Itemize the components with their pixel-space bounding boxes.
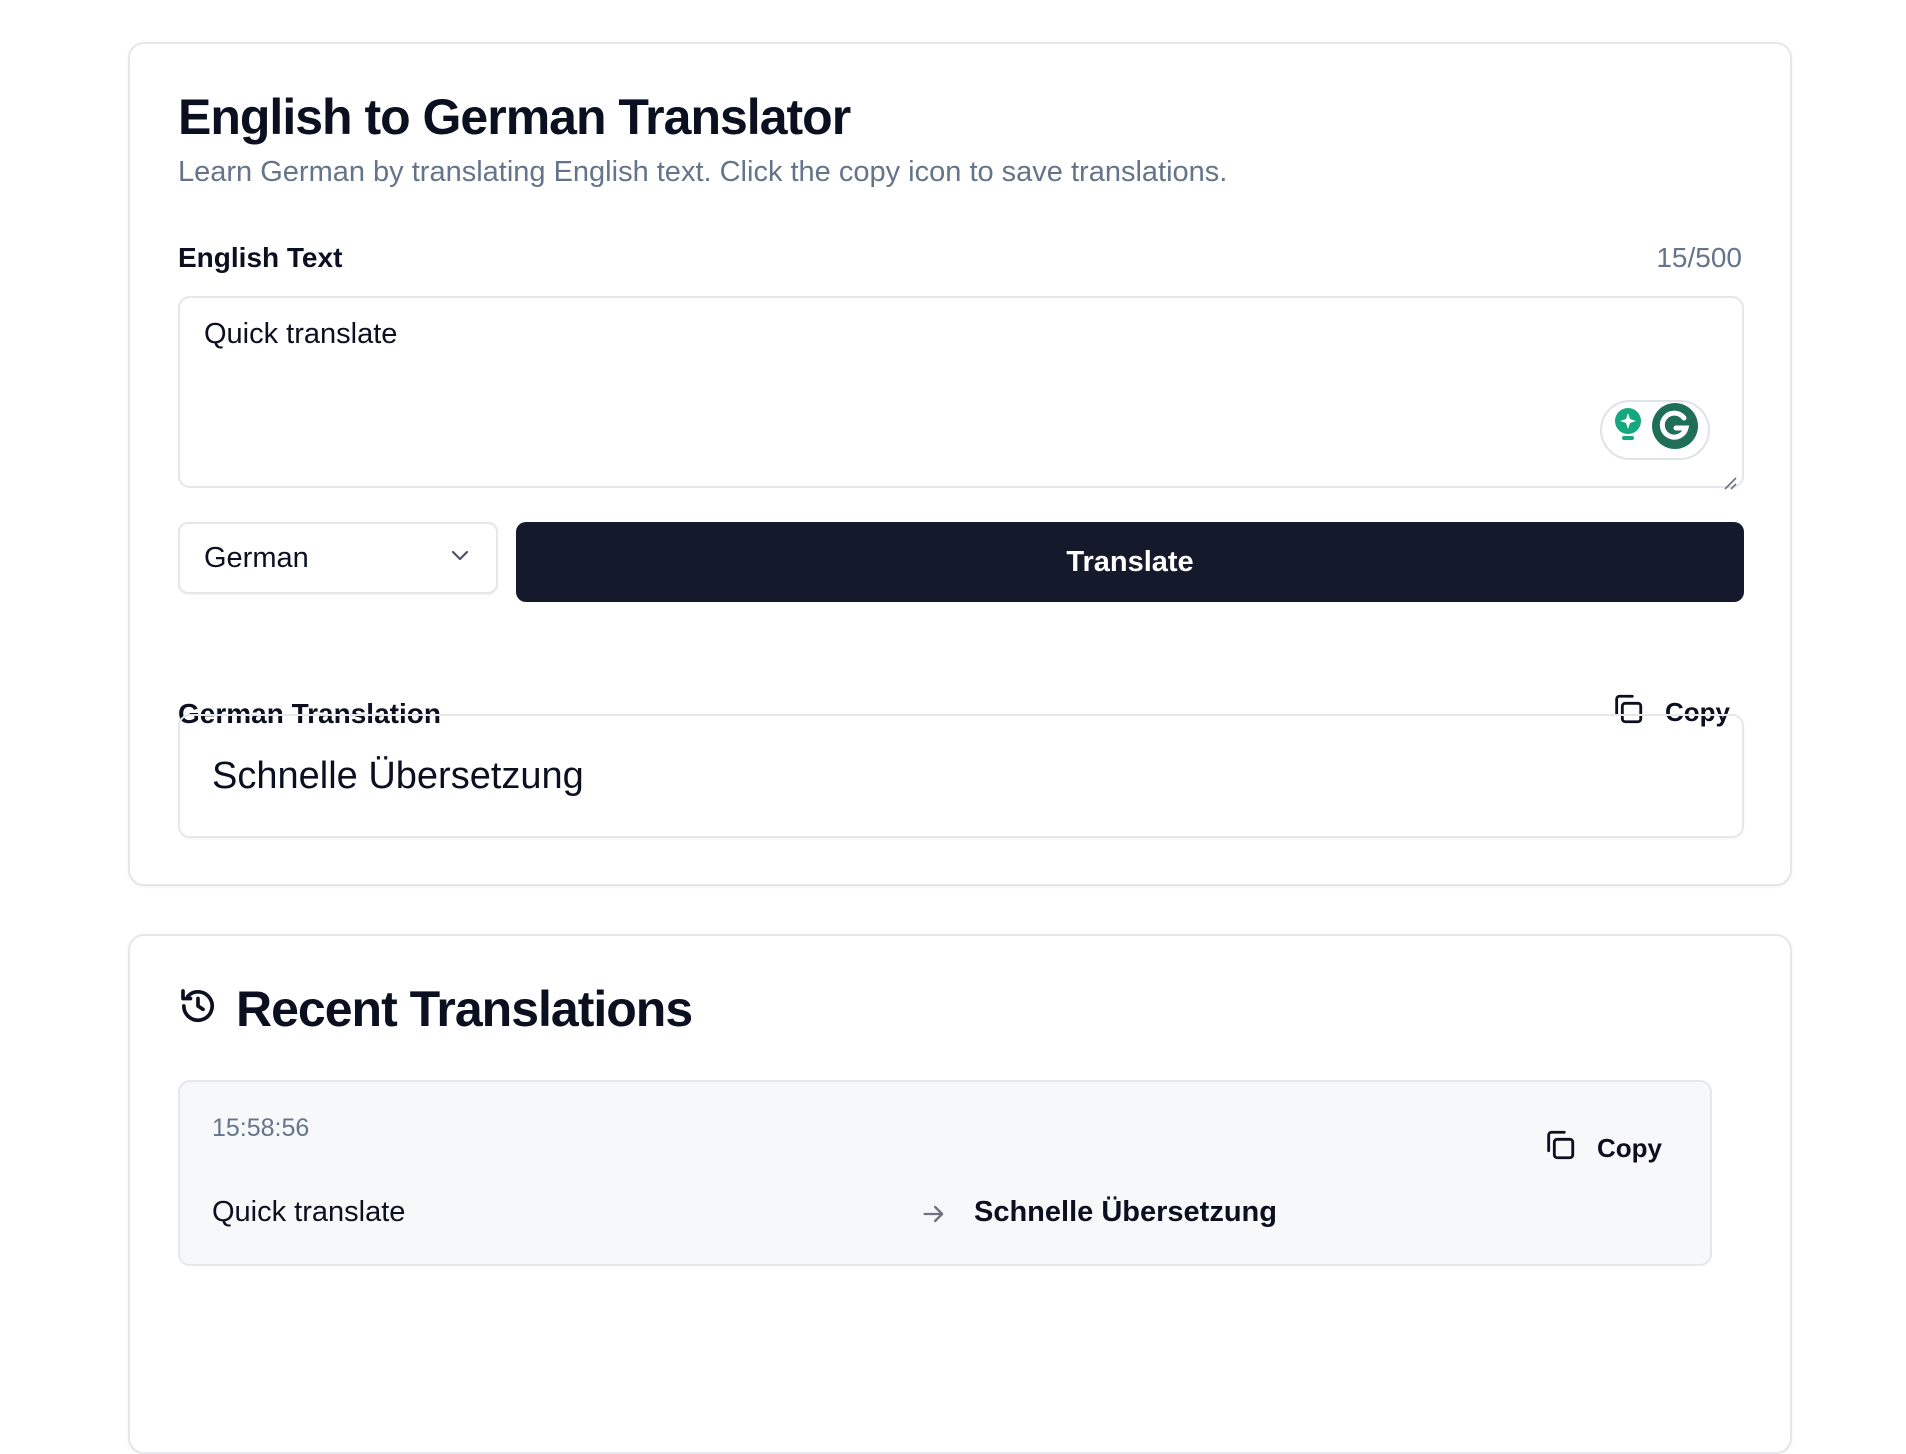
lightbulb-icon[interactable] xyxy=(1611,406,1645,454)
language-select[interactable]: German xyxy=(178,522,498,594)
translation-output-value: Schnelle Übersetzung xyxy=(212,754,584,797)
recent-translations-heading: Recent Translations xyxy=(178,980,693,1038)
history-source-text: Quick translate xyxy=(212,1196,406,1228)
english-text-label: English Text xyxy=(178,242,343,273)
chevron-down-icon xyxy=(448,542,472,575)
recent-translations-title: Recent Translations xyxy=(236,981,693,1037)
copy-history-label: Copy xyxy=(1597,1133,1662,1163)
arrow-right-icon xyxy=(920,1200,948,1233)
copy-history-button[interactable]: Copy xyxy=(1543,1128,1662,1169)
grammarly-widget[interactable] xyxy=(1600,400,1710,460)
english-text-value: Quick translate xyxy=(204,318,398,350)
english-text-input[interactable]: Quick translate xyxy=(178,296,1744,490)
character-count: 15/500 xyxy=(1656,242,1742,273)
copy-icon xyxy=(1543,1128,1577,1169)
grammarly-icon[interactable] xyxy=(1651,402,1699,458)
translate-button[interactable]: Translate xyxy=(516,522,1744,602)
history-timestamp: 15:58:56 xyxy=(212,1114,310,1142)
translator-card: English to German Translator Learn Germa… xyxy=(128,42,1792,886)
recent-translations-card: Recent Translations 15:58:56 Copy Quick … xyxy=(128,934,1792,1454)
history-icon xyxy=(178,980,218,1038)
language-select-value: German xyxy=(204,541,309,574)
resize-handle[interactable] xyxy=(1722,466,1738,490)
history-item: 15:58:56 Copy Quick translate Schnelle Ü… xyxy=(178,1080,1712,1266)
translation-output: Schnelle Übersetzung xyxy=(178,714,1744,838)
history-target-text: Schnelle Übersetzung xyxy=(974,1196,1277,1228)
page-subtitle: Learn German by translating English text… xyxy=(178,156,1228,188)
page-title: English to German Translator xyxy=(178,89,851,145)
